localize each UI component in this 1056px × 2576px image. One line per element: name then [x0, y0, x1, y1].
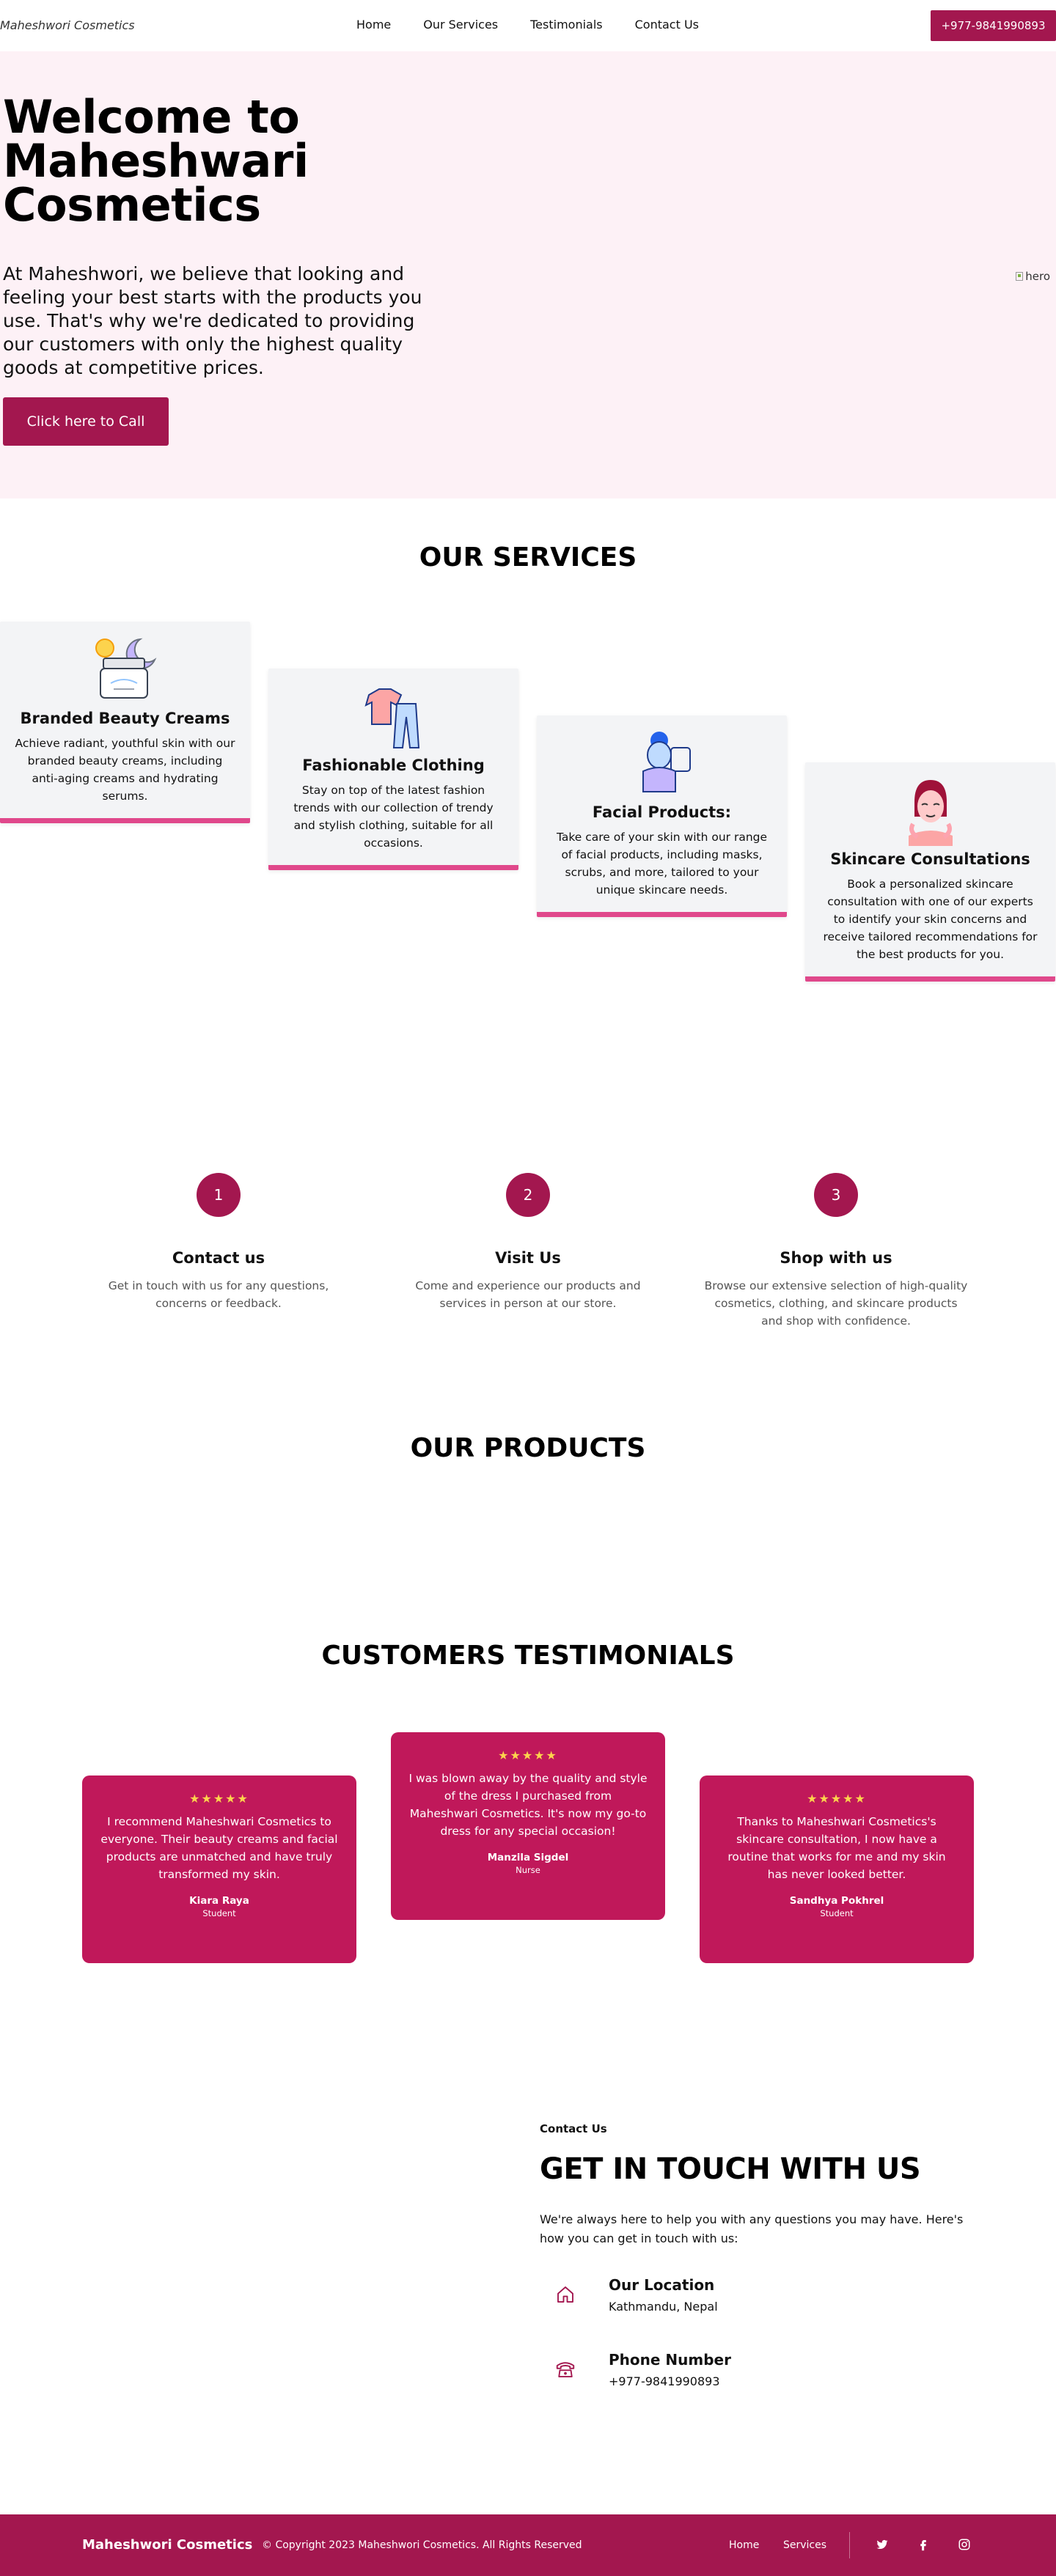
- location-value: Kathmandu, Nepal: [609, 2300, 718, 2314]
- testimonial-role: Student: [820, 1908, 854, 1918]
- star-rating: ★★★★★: [498, 1748, 558, 1762]
- service-title: Facial Products:: [592, 803, 732, 821]
- nav-link-services[interactable]: Our Services: [423, 18, 498, 32]
- service-desc: Take care of your skin with our range of…: [556, 831, 768, 897]
- home-icon: [540, 2276, 591, 2313]
- service-card: Facial Products: Take care of your skin …: [537, 715, 787, 917]
- star-rating: ★★★★★: [189, 1792, 249, 1806]
- footer-copyright: © Copyright 2023 Maheshwori Cosmetics. A…: [262, 2539, 582, 2551]
- service-card: Fashionable Clothing Stay on top of the …: [268, 669, 518, 870]
- contact-eyebrow: Contact Us: [540, 2122, 607, 2135]
- footer-link-home[interactable]: Home: [729, 2539, 759, 2551]
- twitter-icon[interactable]: [874, 2536, 890, 2553]
- step-title: Visit Us: [495, 1249, 561, 1267]
- products-title: OUR PRODUCTS: [410, 1433, 646, 1463]
- testimonial-name: Manzila Sigdel: [487, 1852, 569, 1863]
- step-item: 1 Contact us Get in touch with us for an…: [79, 1173, 358, 1312]
- testimonial-role: Nurse: [516, 1865, 540, 1875]
- testimonial-card: ★★★★★ I recommend Maheshwari Cosmetics t…: [82, 1775, 356, 1963]
- nav-link-testimonials[interactable]: Testimonials: [530, 18, 603, 32]
- footer-link-services[interactable]: Services: [783, 2539, 826, 2551]
- phone-value[interactable]: +977-9841990893: [609, 2374, 731, 2388]
- testimonial-card: ★★★★★ I was blown away by the quality an…: [391, 1732, 665, 1920]
- brand-logo[interactable]: Maheshwori Cosmetics: [0, 18, 135, 32]
- location-title: Our Location: [609, 2276, 715, 2294]
- instagram-icon[interactable]: [956, 2536, 972, 2553]
- contact-phone: Phone Number +977-9841990893: [540, 2351, 731, 2388]
- step-item: 2 Visit Us Come and experience our produ…: [389, 1173, 667, 1312]
- step-item: 3 Shop with us Browse our extensive sele…: [697, 1173, 975, 1330]
- service-desc: Stay on top of the latest fashion trends…: [293, 784, 494, 850]
- phone-icon: [540, 2351, 591, 2388]
- testimonials-title: CUSTOMERS TESTIMONIALS: [321, 1641, 735, 1671]
- testimonial-quote: I recommend Maheshwari Cosmetics to ever…: [100, 1815, 338, 1881]
- contact-desc: We're always here to help you with any q…: [540, 2212, 964, 2245]
- hero-section: Welcome to Maheshwari Cosmetics At Mahes…: [0, 51, 1056, 498]
- facial-icon: [642, 732, 691, 792]
- facebook-icon[interactable]: [915, 2536, 931, 2553]
- nav-link-contact[interactable]: Contact Us: [635, 18, 699, 32]
- step-number: 3: [814, 1173, 858, 1217]
- service-desc: Book a personalized skincare consultatio…: [823, 877, 1038, 961]
- step-number: 2: [506, 1173, 550, 1217]
- star-rating: ★★★★★: [807, 1792, 867, 1806]
- service-title: Branded Beauty Creams: [20, 710, 230, 727]
- service-card: Skincare Consultations Book a personaliz…: [805, 762, 1055, 982]
- footer: Maheshwori Cosmetics © Copyright 2023 Ma…: [0, 2514, 1056, 2576]
- cream-jar-icon: [95, 638, 156, 699]
- contact-location: Our Location Kathmandu, Nepal: [540, 2276, 718, 2314]
- hero-title: Welcome to Maheshwari Cosmetics: [3, 90, 309, 232]
- nav-phone-button[interactable]: +977-9841990893: [931, 10, 1056, 41]
- testimonial-role: Student: [202, 1908, 236, 1918]
- contact-title: GET IN TOUCH WITH US: [540, 2152, 921, 2186]
- broken-image-icon: [1016, 272, 1024, 281]
- service-card: Branded Beauty Creams Achieve radiant, y…: [0, 622, 250, 823]
- step-desc: Come and experience our products and ser…: [415, 1279, 641, 1310]
- testimonial-quote: I was blown away by the quality and styl…: [408, 1772, 648, 1838]
- testimonial-name: Kiara Raya: [189, 1895, 249, 1907]
- testimonial-quote: Thanks to Maheshwari Cosmetics's skincar…: [727, 1815, 946, 1881]
- step-number: 1: [197, 1173, 241, 1217]
- step-desc: Browse our extensive selection of high-q…: [704, 1279, 968, 1328]
- phone-title: Phone Number: [609, 2351, 731, 2369]
- step-title: Contact us: [172, 1249, 265, 1267]
- hero-text: At Maheshwori, we believe that looking a…: [3, 263, 422, 378]
- step-title: Shop with us: [780, 1249, 892, 1267]
- services-title: OUR SERVICES: [419, 542, 637, 573]
- nav-link-home[interactable]: Home: [356, 18, 391, 32]
- hero-image: hero: [1016, 270, 1050, 283]
- hero-image-alt: hero: [1025, 270, 1050, 283]
- service-title: Skincare Consultations: [830, 850, 1030, 868]
- footer-brand[interactable]: Maheshwori Cosmetics: [82, 2537, 252, 2553]
- testimonial-card: ★★★★★ Thanks to Maheshwari Cosmetics's s…: [700, 1775, 974, 1963]
- service-title: Fashionable Clothing: [302, 757, 485, 774]
- footer-divider: [849, 2532, 850, 2558]
- top-nav: Maheshwori Cosmetics Home Our Services T…: [0, 0, 1056, 51]
- step-desc: Get in touch with us for any questions, …: [108, 1279, 329, 1310]
- service-desc: Achieve radiant, youthful skin with our …: [15, 737, 235, 803]
- testimonial-name: Sandhya Pokhrel: [789, 1895, 884, 1907]
- call-button[interactable]: Click here to Call: [3, 397, 169, 446]
- skincare-face-icon: [908, 780, 953, 846]
- clothing-icon: [364, 688, 419, 748]
- nav-links: Home Our Services Testimonials Contact U…: [356, 18, 731, 32]
